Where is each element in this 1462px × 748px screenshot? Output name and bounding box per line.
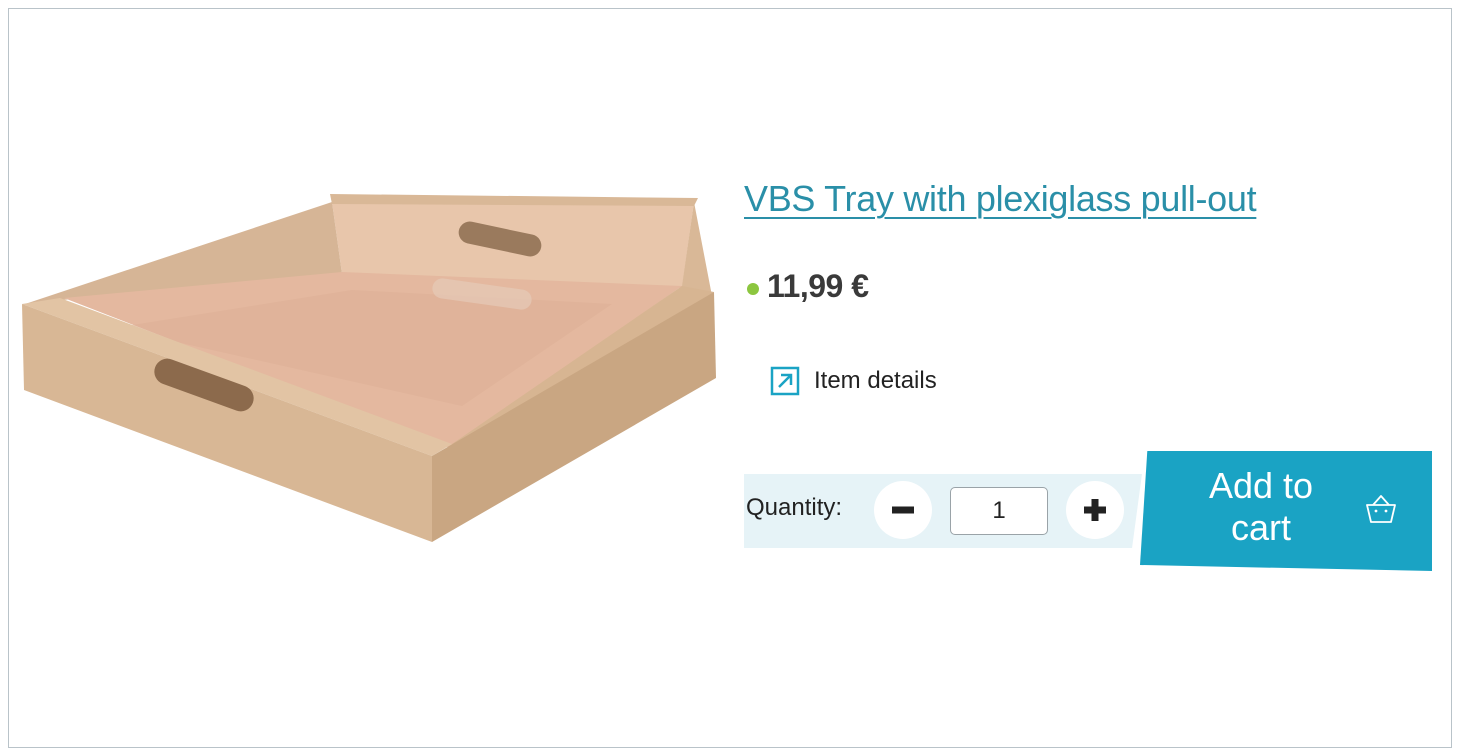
product-price: 11,99 € [767,268,869,304]
add-to-cart-button[interactable]: Add to cart [1140,451,1432,571]
external-arrow-icon [770,366,800,396]
product-image[interactable] [22,180,722,560]
item-details-link[interactable]: Item details [770,366,937,396]
price-row: 11,99 € [747,268,869,305]
add-to-cart-label: Add to cart [1208,465,1314,548]
minus-icon [892,506,914,514]
product-title-link[interactable]: VBS Tray with plexiglass pull-out [744,178,1257,220]
basket-icon [1366,495,1396,523]
increase-quantity-button[interactable] [1066,481,1124,539]
quantity-label: Quantity: [746,494,843,521]
decrease-quantity-button[interactable] [874,481,932,539]
in-stock-indicator [747,282,759,295]
item-details-label: Item details [814,367,937,394]
plus-icon [1084,499,1106,521]
quantity-input[interactable] [950,487,1048,535]
